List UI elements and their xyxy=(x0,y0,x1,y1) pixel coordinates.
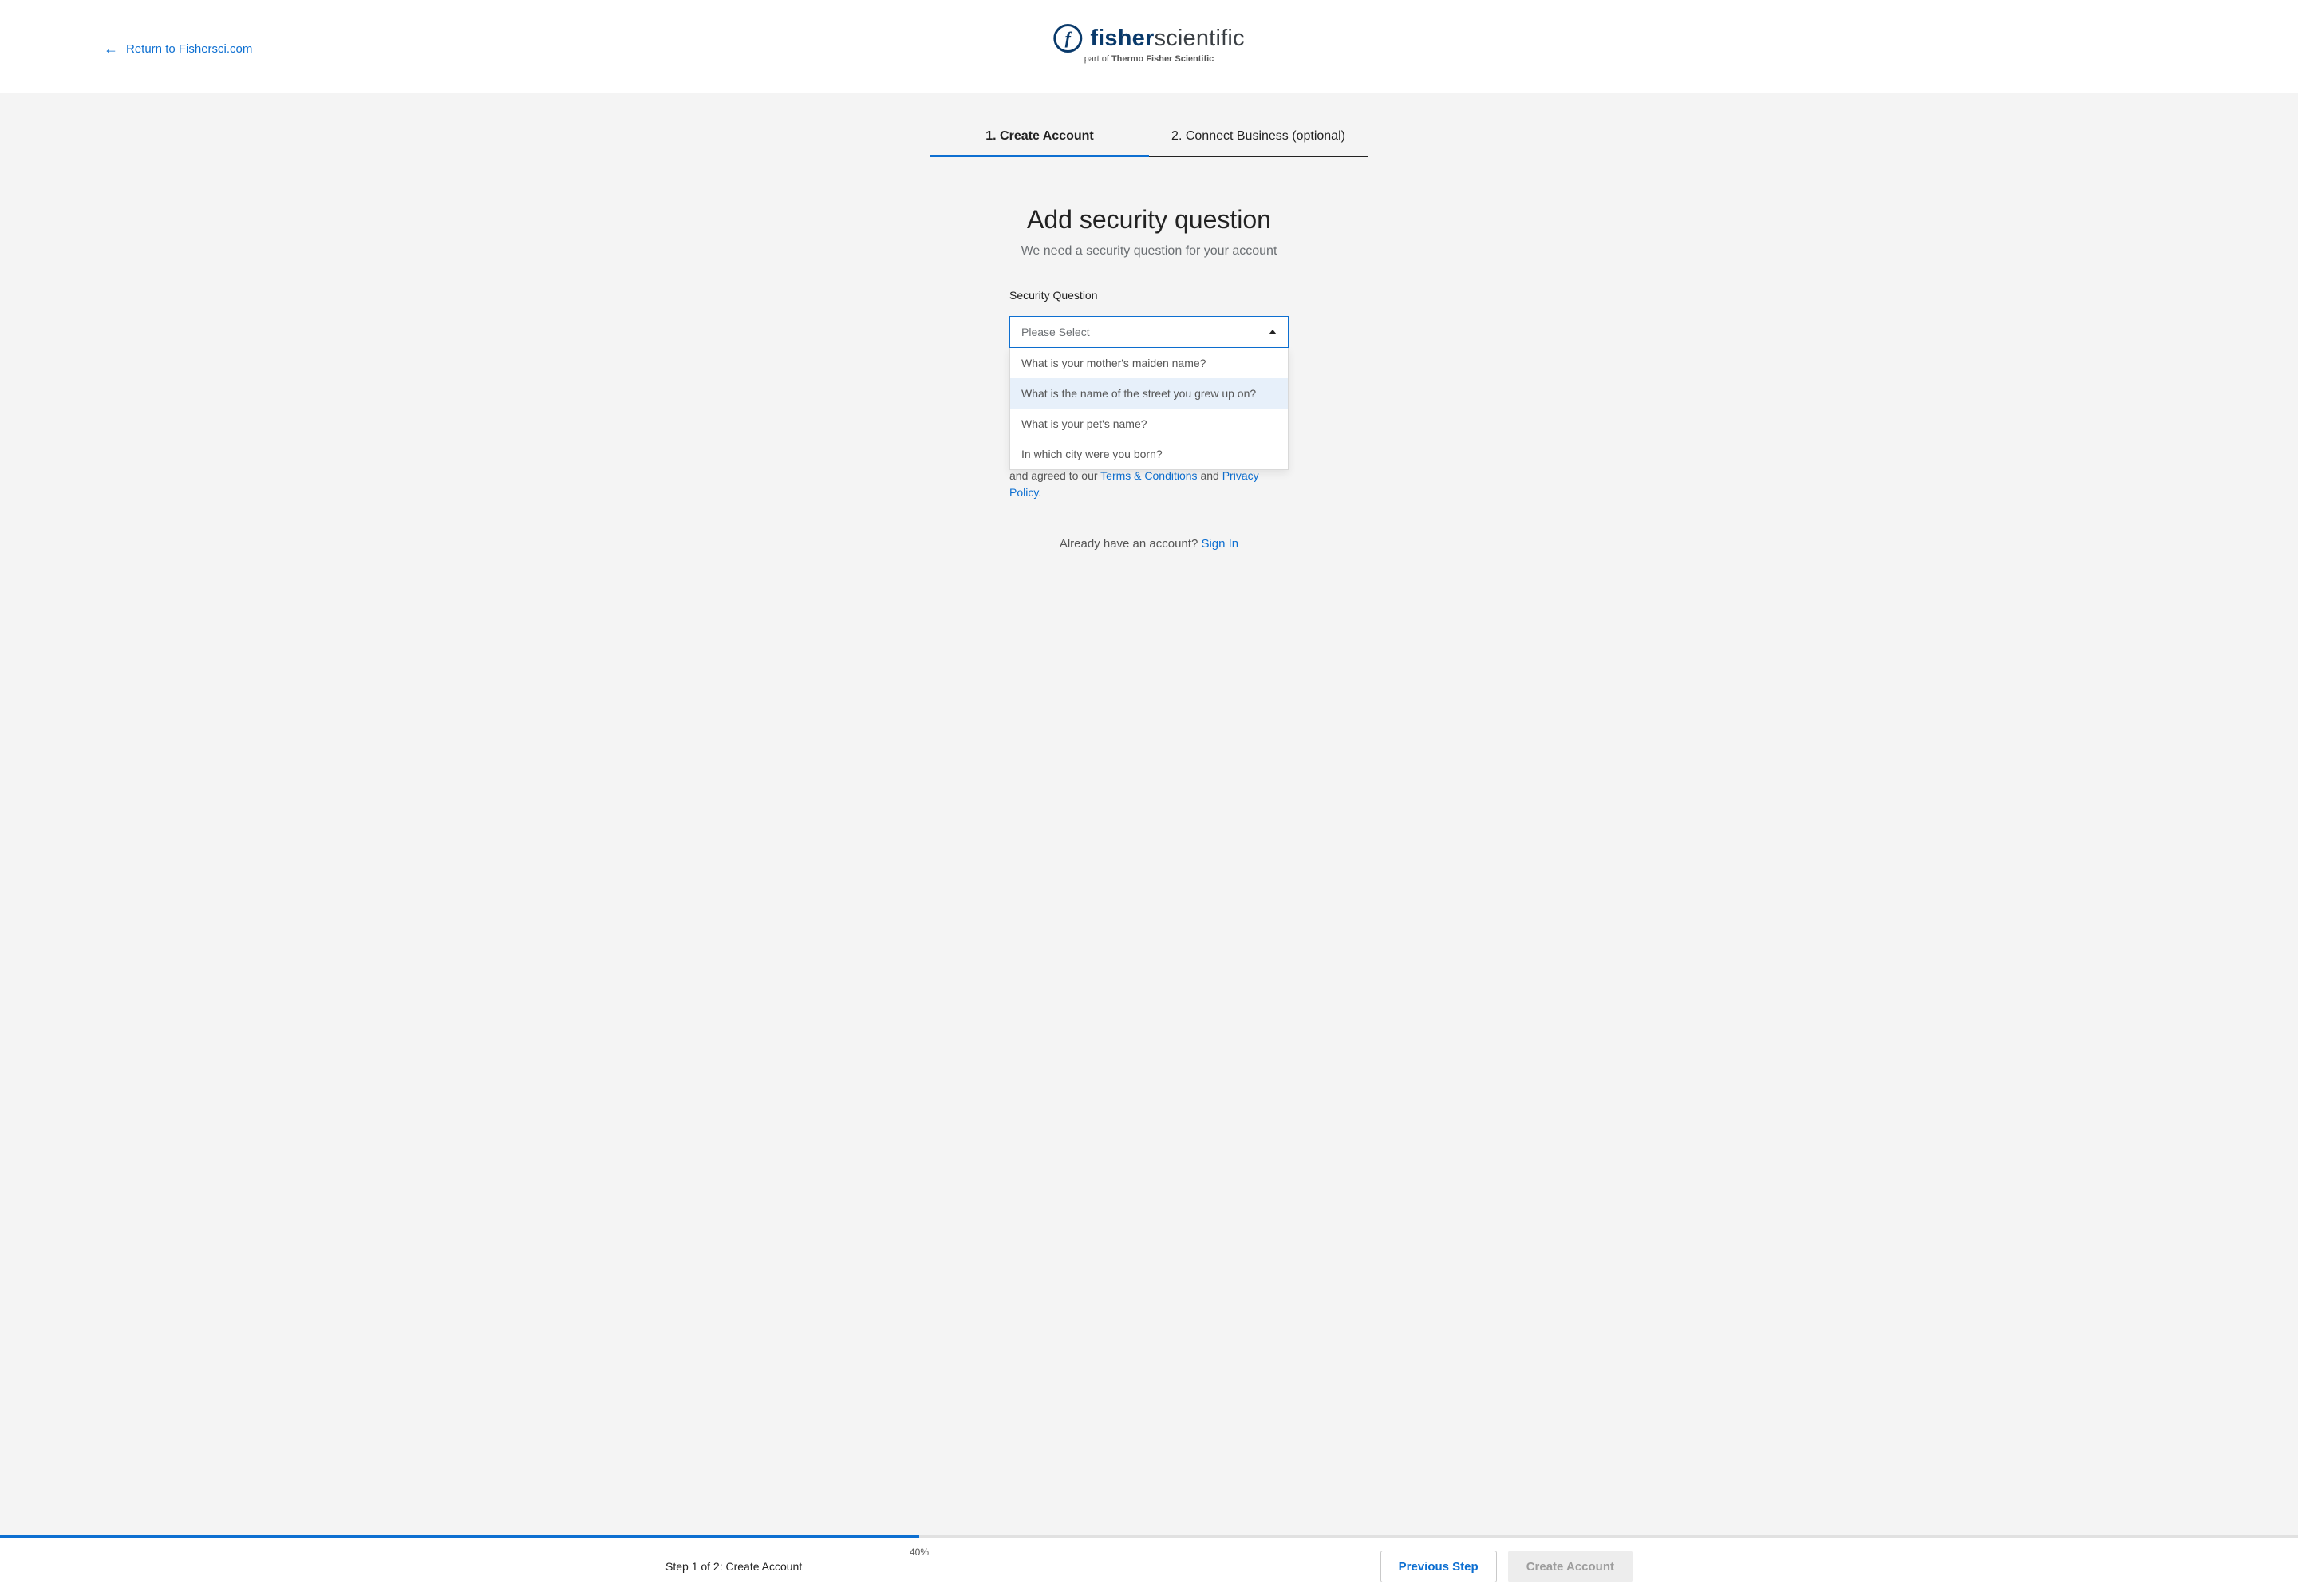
previous-step-label: Previous Step xyxy=(1399,1560,1479,1574)
brand-logo: f fisherscientific part of Thermo Fisher… xyxy=(1053,24,1244,64)
security-question-dropdown: What is your mother's maiden name? What … xyxy=(1009,348,1289,470)
step-tab-connect-business[interactable]: 2. Connect Business (optional) xyxy=(1149,129,1368,157)
footer-bar: 40% Step 1 of 2: Create Account Previous… xyxy=(0,1536,2298,1596)
previous-step-button[interactable]: Previous Step xyxy=(1380,1551,1497,1582)
content-area: Add security question We need a security… xyxy=(1009,205,1289,551)
create-account-button: Create Account xyxy=(1508,1551,1633,1582)
footer-step-label: Step 1 of 2: Create Account xyxy=(665,1560,802,1573)
footer-buttons: Previous Step Create Account xyxy=(1380,1551,1633,1582)
progress-label: 40% xyxy=(910,1547,929,1558)
page-subtitle: We need a security question for your acc… xyxy=(1009,244,1289,259)
page-body: 1. Create Account 2. Connect Business (o… xyxy=(0,93,2298,1536)
step-tab-label: 2. Connect Business (optional) xyxy=(1171,129,1345,143)
progress-track xyxy=(0,1535,2298,1538)
brand-sub-bold: Thermo Fisher Scientific xyxy=(1111,54,1214,64)
progress-fill xyxy=(0,1535,919,1538)
return-link-label: Return to Fishersci.com xyxy=(126,42,252,56)
stepper: 1. Create Account 2. Connect Business (o… xyxy=(930,129,1368,157)
security-question-select[interactable]: Please Select xyxy=(1009,316,1289,348)
brand-wordmark: fisherscientific xyxy=(1090,26,1244,52)
dropdown-option[interactable]: What is your mother's maiden name? xyxy=(1010,348,1288,378)
brand-sub-prefix: part of xyxy=(1084,54,1111,64)
legal-text: and agreed to our Terms & Conditions and… xyxy=(1009,468,1289,501)
site-header: ← Return to Fishersci.com f fisherscient… xyxy=(0,0,2298,93)
return-link[interactable]: ← Return to Fishersci.com xyxy=(104,41,252,56)
security-question-label: Security Question xyxy=(1009,289,1289,302)
brand-word-bold: fisher xyxy=(1090,26,1154,51)
brand-mark-icon: f xyxy=(1053,24,1082,53)
signin-link[interactable]: Sign In xyxy=(1201,537,1238,551)
legal-period: . xyxy=(1038,486,1041,499)
step-tab-label: 1. Create Account xyxy=(985,129,1093,143)
terms-link[interactable]: Terms & Conditions xyxy=(1100,469,1197,482)
signin-prompt: Already have an account? xyxy=(1060,537,1202,551)
signin-row: Already have an account? Sign In xyxy=(1009,537,1289,551)
arrow-left-icon: ← xyxy=(104,41,118,56)
dropdown-option[interactable]: What is your pet's name? xyxy=(1010,409,1288,439)
step-tab-create-account[interactable]: 1. Create Account xyxy=(930,129,1149,157)
select-placeholder: Please Select xyxy=(1021,326,1090,338)
dropdown-option[interactable]: In which city were you born? xyxy=(1010,439,1288,469)
caret-up-icon xyxy=(1269,330,1277,334)
page-title: Add security question xyxy=(1009,205,1289,235)
legal-and: and xyxy=(1198,469,1222,482)
security-question-select-wrap: Please Select What is your mother's maid… xyxy=(1009,316,1289,348)
create-account-label: Create Account xyxy=(1526,1560,1614,1574)
brand-word-light: scientific xyxy=(1154,26,1244,51)
legal-fragment: and agreed to our xyxy=(1009,469,1100,482)
brand-subline: part of Thermo Fisher Scientific xyxy=(1053,54,1244,64)
dropdown-option[interactable]: What is the name of the street you grew … xyxy=(1010,378,1288,409)
